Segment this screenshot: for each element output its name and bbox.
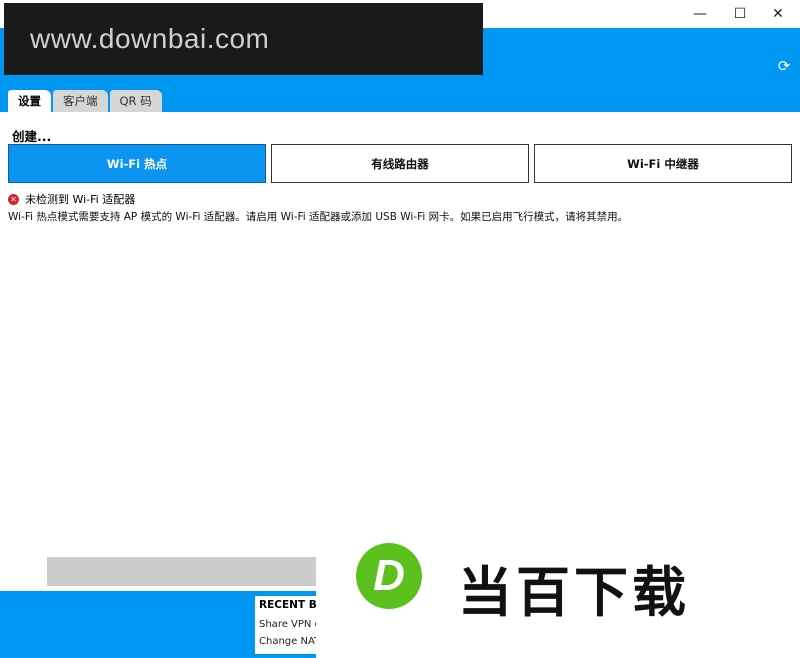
wired-router-button[interactable]: 有线路由器 [271,144,529,183]
error-title: 未检测到 Wi-Fi 适配器 [25,193,136,206]
minimize-icon[interactable]: — [680,0,720,28]
error-description: Wi-Fi 热点模式需要支持 AP 模式的 Wi-Fi 适配器。请启用 Wi-F… [8,211,629,223]
wifi-repeater-button[interactable]: Wi-Fi 中继器 [534,144,792,183]
tab-settings[interactable]: 设置 [8,90,51,112]
tab-qr-code[interactable]: QR 码 [109,90,162,112]
maximize-icon[interactable]: ☐ [720,0,760,28]
wifi-hotspot-button[interactable]: Wi-Fi 热点 [8,144,266,183]
refresh-icon[interactable]: ⟳ [774,56,794,76]
tab-clients[interactable]: 客户端 [53,90,108,112]
error-icon: ✕ [8,193,19,205]
brand-logo: D [356,543,422,609]
create-heading: 创建... [12,129,52,144]
brand-watermark-text: 当百下载 [458,561,690,624]
tab-strip: 设置 客户端 QR 码 [8,90,162,112]
site-watermark: www.downbai.com [4,3,483,75]
close-icon[interactable]: ✕ [758,0,798,28]
error-message: ✕ 未检测到 Wi-Fi 适配器 [8,192,135,206]
site-watermark-text: www.downbai.com [30,23,270,54]
brand-logo-letter: D [373,551,405,600]
